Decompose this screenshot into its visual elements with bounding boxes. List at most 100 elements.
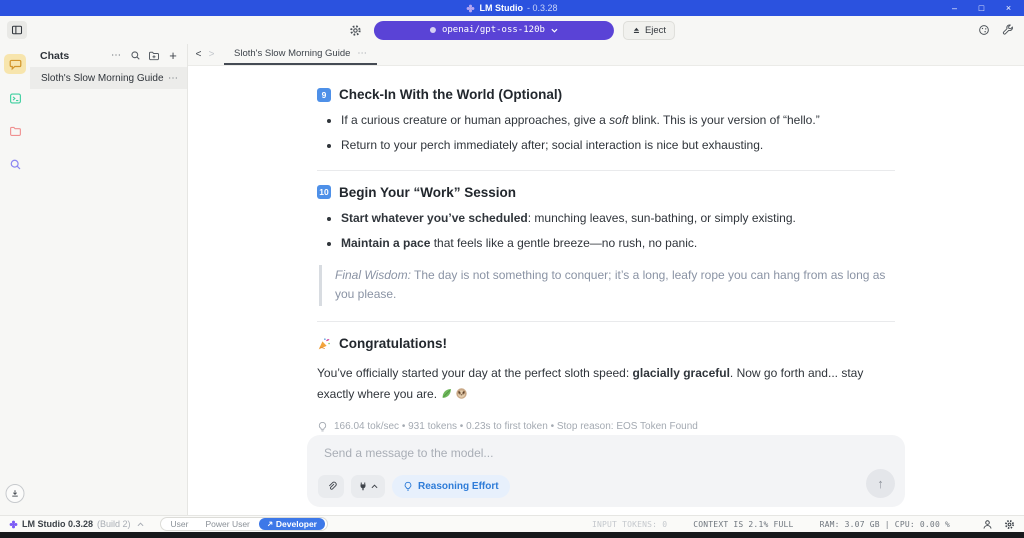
attach-file-button[interactable] — [318, 475, 344, 498]
generation-stats: 166.04 tok/sec • 931 tokens • 0.23s to f… — [317, 421, 895, 433]
taskbar-strip — [0, 532, 1024, 538]
plug-icon — [358, 481, 368, 492]
chat-list-item[interactable]: Sloth's Slow Morning Guide ⋯ — [30, 67, 187, 89]
keycap-9-emoji: 9 — [317, 88, 331, 102]
paperclip-icon — [326, 481, 337, 492]
chevron-up-icon[interactable] — [137, 522, 144, 527]
congratulations-heading: Congratulations! — [317, 336, 895, 351]
statusbar-right: INPUT TOKENS: 0 CONTEXT IS 2.1% FULL RAM… — [592, 519, 1015, 530]
keycap-10-emoji: 10 — [317, 185, 331, 199]
statusbar-app-version: LM Studio 0.3.28 — [22, 519, 93, 529]
nav-forward-button[interactable]: > — [205, 44, 218, 65]
toolbar: openai/gpt-oss-120b Eject — [0, 16, 1024, 44]
composer-tools: Reasoning Effort — [318, 475, 510, 498]
party-popper-emoji — [317, 337, 331, 351]
downloads-button[interactable] — [6, 484, 25, 503]
sidebar-toggle-button[interactable] — [7, 21, 27, 39]
mode-power-user[interactable]: Power User — [197, 518, 257, 530]
titlebar: LM Studio - 0.3.28 – □ × — [0, 0, 1024, 16]
user-account-button[interactable] — [982, 519, 993, 530]
reasoning-effort-chip[interactable]: Reasoning Effort — [392, 475, 510, 498]
toolbar-right — [978, 16, 1014, 44]
theme-button[interactable] — [978, 24, 990, 36]
final-paragraph: You’ve officially started your day at th… — [317, 363, 895, 404]
heading-text: Check-In With the World (Optional) — [339, 87, 562, 102]
model-selector-button[interactable]: openai/gpt-oss-120b — [374, 21, 614, 40]
statusbar-build: (Build 2) — [97, 519, 131, 529]
search-icon — [130, 50, 141, 61]
main-area: < > Sloth's Slow Morning Guide ⋯ 9 Check… — [188, 44, 1024, 515]
lightbulb-icon — [317, 421, 328, 433]
folder-icon — [9, 125, 22, 138]
terminal-icon — [9, 92, 22, 105]
reasoning-effort-label: Reasoning Effort — [418, 481, 499, 492]
status-bar: LM Studio 0.3.28 (Build 2) User Power Us… — [0, 515, 1024, 532]
message-composer: Reasoning Effort ↑ — [307, 435, 905, 507]
new-folder-button[interactable] — [145, 48, 163, 64]
chats-header: Chats ⋯ + — [30, 44, 187, 67]
lmstudio-logo-icon — [9, 520, 18, 529]
context-readout: CONTEXT IS 2.1% FULL — [693, 520, 793, 529]
window-version: - 0.3.28 — [527, 0, 558, 16]
tab-more-button[interactable]: ⋯ — [357, 48, 367, 59]
titlebar-brand: LM Studio - 0.3.28 — [466, 0, 557, 16]
gear-icon — [1004, 519, 1015, 530]
plugins-button[interactable] — [351, 475, 385, 498]
nav-discover-button[interactable] — [5, 155, 25, 173]
nav-back-button[interactable]: < — [192, 44, 205, 65]
window-title: LM Studio — [479, 0, 523, 16]
model-name: openai/gpt-oss-120b — [442, 25, 545, 35]
nav-developer-button[interactable] — [5, 89, 25, 107]
mode-developer[interactable]: Developer — [259, 518, 325, 530]
new-chat-button[interactable]: + — [164, 48, 182, 64]
window-controls: – □ × — [941, 0, 1022, 16]
lm-studio-window: LM Studio - 0.3.28 – □ × openai/gpt-oss-… — [0, 0, 1024, 538]
send-button[interactable]: ↑ — [866, 469, 895, 498]
list-item: If a curious creature or human approache… — [341, 112, 895, 129]
chat-item-title: Sloth's Slow Morning Guide — [41, 73, 168, 84]
toolbar-center: openai/gpt-oss-120b Eject — [349, 16, 675, 44]
stats-text: 166.04 tok/sec • 931 tokens • 0.23s to f… — [334, 421, 698, 432]
message-input[interactable] — [324, 446, 844, 464]
model-settings-button[interactable] — [349, 24, 362, 37]
divider — [317, 170, 895, 171]
chevron-down-icon — [551, 28, 558, 33]
nav-chat-button[interactable] — [4, 54, 26, 74]
maximize-button[interactable]: □ — [968, 0, 995, 16]
eject-icon — [632, 26, 641, 35]
tab-title: Sloth's Slow Morning Guide — [234, 48, 350, 59]
gear-icon — [349, 24, 362, 37]
leaf-sloth-emoji — [440, 387, 468, 400]
folder-plus-icon — [148, 50, 160, 62]
chat-item-more-button[interactable]: ⋯ — [168, 73, 178, 84]
minimize-button[interactable]: – — [941, 0, 968, 16]
chats-search-button[interactable] — [126, 48, 144, 64]
tab-sloths-slow-morning-guide[interactable]: Sloth's Slow Morning Guide ⋯ — [224, 44, 377, 65]
eject-model-button[interactable]: Eject — [623, 21, 675, 40]
chats-more-button[interactable]: ⋯ — [107, 48, 125, 64]
download-icon — [10, 488, 21, 499]
bullet-list: Start whatever you’ve scheduled: munchin… — [317, 210, 895, 253]
heading-text: Begin Your “Work” Session — [339, 185, 516, 200]
bullet-list: If a curious creature or human approache… — [317, 112, 895, 155]
statusbar-left: LM Studio 0.3.28 (Build 2) — [9, 519, 144, 529]
search-icon — [9, 158, 22, 171]
tab-bar: < > Sloth's Slow Morning Guide ⋯ — [188, 44, 1024, 66]
input-tokens-readout: INPUT TOKENS: 0 — [592, 520, 667, 529]
mode-user[interactable]: User — [163, 518, 197, 530]
section-heading-10: 10 Begin Your “Work” Session — [317, 185, 895, 200]
section-heading-9: 9 Check-In With the World (Optional) — [317, 87, 895, 102]
list-item: Start whatever you’ve scheduled: munchin… — [341, 210, 895, 227]
panel-toggle-icon — [11, 24, 23, 36]
chevron-up-icon — [371, 484, 378, 489]
person-icon — [982, 519, 993, 530]
close-button[interactable]: × — [995, 0, 1022, 16]
developer-tools-button[interactable] — [1002, 24, 1014, 36]
chats-panel-title: Chats — [40, 50, 106, 62]
eject-label: Eject — [645, 25, 666, 36]
statusbar-icons — [982, 519, 1015, 530]
settings-button[interactable] — [1004, 519, 1015, 530]
chat-bubble-icon — [9, 58, 22, 71]
nav-my-models-button[interactable] — [5, 122, 25, 140]
wrench-icon — [1002, 24, 1014, 36]
